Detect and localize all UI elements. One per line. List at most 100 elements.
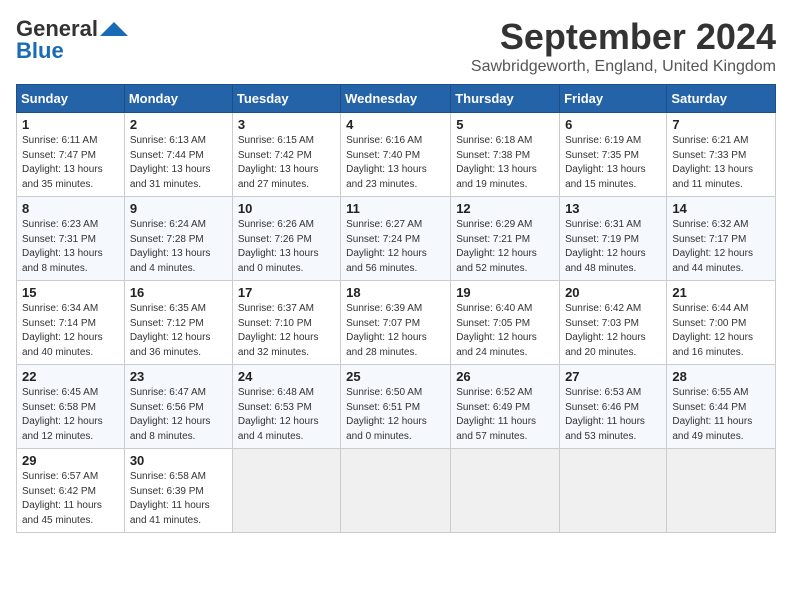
- day-number: 23: [130, 369, 227, 384]
- calendar-cell: [232, 449, 340, 533]
- weekday-header-wednesday: Wednesday: [341, 85, 451, 113]
- day-info: Sunrise: 6:26 AM Sunset: 7:26 PM Dayligh…: [238, 218, 335, 276]
- day-number: 2: [130, 117, 227, 132]
- day-info: Sunrise: 6:31 AM Sunset: 7:19 PM Dayligh…: [565, 218, 661, 276]
- logo: General Blue: [16, 16, 128, 64]
- day-info: Sunrise: 6:52 AM Sunset: 6:49 PM Dayligh…: [456, 386, 554, 444]
- day-info: Sunrise: 6:50 AM Sunset: 6:51 PM Dayligh…: [346, 386, 445, 444]
- calendar-cell: 30Sunrise: 6:58 AM Sunset: 6:39 PM Dayli…: [124, 449, 232, 533]
- calendar-cell: 15 Sunrise: 6:34 AM Sunset: 7:14 PM Dayli…: [17, 281, 125, 365]
- day-number: 13: [565, 201, 661, 216]
- day-number: 17: [238, 285, 335, 300]
- day-number: 22: [22, 369, 119, 384]
- day-number: 5: [456, 117, 554, 132]
- calendar-cell: [667, 449, 776, 533]
- day-number: 6: [565, 117, 661, 132]
- day-number: 27: [565, 369, 661, 384]
- location: Sawbridgeworth, England, United Kingdom: [471, 58, 776, 76]
- day-info: Sunrise: 6:53 AM Sunset: 6:46 PM Dayligh…: [565, 386, 661, 444]
- day-number: 16: [130, 285, 227, 300]
- day-info: Sunrise: 6:45 AM Sunset: 6:58 PM Dayligh…: [22, 386, 119, 444]
- day-info: Sunrise: 6:42 AM Sunset: 7:03 PM Dayligh…: [565, 302, 661, 360]
- day-number: 28: [672, 369, 770, 384]
- day-number: 18: [346, 285, 445, 300]
- weekday-header-sunday: Sunday: [17, 85, 125, 113]
- calendar-cell: 5 Sunrise: 6:18 AM Sunset: 7:38 PM Daylig…: [451, 113, 560, 197]
- title-block: September 2024 Sawbridgeworth, England, …: [471, 16, 776, 76]
- day-info: Sunrise: 6:32 AM Sunset: 7:17 PM Dayligh…: [672, 218, 770, 276]
- calendar-cell: 21Sunrise: 6:44 AM Sunset: 7:00 PM Dayli…: [667, 281, 776, 365]
- calendar-cell: 6 Sunrise: 6:19 AM Sunset: 7:35 PM Daylig…: [560, 113, 667, 197]
- day-number: 29: [22, 453, 119, 468]
- calendar-cell: 23 Sunrise: 6:47 AM Sunset: 6:56 PM Dayli…: [124, 365, 232, 449]
- day-number: 12: [456, 201, 554, 216]
- calendar-table: SundayMondayTuesdayWednesdayThursdayFrid…: [16, 84, 776, 533]
- day-number: 14: [672, 201, 770, 216]
- day-number: 3: [238, 117, 335, 132]
- day-info: Sunrise: 6:34 AM Sunset: 7:14 PM Dayligh…: [22, 302, 119, 360]
- logo-arrow-icon: [100, 22, 128, 36]
- day-info: Sunrise: 6:15 AM Sunset: 7:42 PM Dayligh…: [238, 134, 335, 192]
- calendar-cell: 29 Sunrise: 6:57 AM Sunset: 6:42 PM Dayli…: [17, 449, 125, 533]
- day-info: Sunrise: 6:13 AM Sunset: 7:44 PM Dayligh…: [130, 134, 227, 192]
- day-info: Sunrise: 6:27 AM Sunset: 7:24 PM Dayligh…: [346, 218, 445, 276]
- weekday-header-thursday: Thursday: [451, 85, 560, 113]
- calendar-cell: 25 Sunrise: 6:50 AM Sunset: 6:51 PM Dayli…: [341, 365, 451, 449]
- day-info: Sunrise: 6:29 AM Sunset: 7:21 PM Dayligh…: [456, 218, 554, 276]
- calendar-cell: [341, 449, 451, 533]
- day-number: 25: [346, 369, 445, 384]
- day-number: 26: [456, 369, 554, 384]
- day-info: Sunrise: 6:11 AM Sunset: 7:47 PM Dayligh…: [22, 134, 119, 192]
- month-title: September 2024: [471, 16, 776, 58]
- day-info: Sunrise: 6:47 AM Sunset: 6:56 PM Dayligh…: [130, 386, 227, 444]
- day-info: Sunrise: 6:57 AM Sunset: 6:42 PM Dayligh…: [22, 470, 119, 528]
- day-info: Sunrise: 6:48 AM Sunset: 6:53 PM Dayligh…: [238, 386, 335, 444]
- page-header: General Blue September 2024 Sawbridgewor…: [16, 16, 776, 76]
- day-info: Sunrise: 6:55 AM Sunset: 6:44 PM Dayligh…: [672, 386, 770, 444]
- calendar-cell: 14 Sunrise: 6:32 AM Sunset: 7:17 PM Dayli…: [667, 197, 776, 281]
- day-info: Sunrise: 6:19 AM Sunset: 7:35 PM Dayligh…: [565, 134, 661, 192]
- day-info: Sunrise: 6:35 AM Sunset: 7:12 PM Dayligh…: [130, 302, 227, 360]
- calendar-cell: 2 Sunrise: 6:13 AM Sunset: 7:44 PM Daylig…: [124, 113, 232, 197]
- calendar-cell: 22 Sunrise: 6:45 AM Sunset: 6:58 PM Dayli…: [17, 365, 125, 449]
- calendar-cell: 8Sunrise: 6:23 AM Sunset: 7:31 PM Daylig…: [17, 197, 125, 281]
- day-info: Sunrise: 6:23 AM Sunset: 7:31 PM Dayligh…: [22, 218, 119, 276]
- calendar-cell: 28 Sunrise: 6:55 AM Sunset: 6:44 PM Dayli…: [667, 365, 776, 449]
- day-number: 15: [22, 285, 119, 300]
- calendar-cell: 26 Sunrise: 6:52 AM Sunset: 6:49 PM Dayli…: [451, 365, 560, 449]
- calendar-cell: 3 Sunrise: 6:15 AM Sunset: 7:42 PM Daylig…: [232, 113, 340, 197]
- day-info: Sunrise: 6:37 AM Sunset: 7:10 PM Dayligh…: [238, 302, 335, 360]
- calendar-cell: 11Sunrise: 6:27 AM Sunset: 7:24 PM Dayli…: [341, 197, 451, 281]
- weekday-header-monday: Monday: [124, 85, 232, 113]
- day-number: 7: [672, 117, 770, 132]
- calendar-cell: 18Sunrise: 6:39 AM Sunset: 7:07 PM Dayli…: [341, 281, 451, 365]
- calendar-cell: 1Sunrise: 6:11 AM Sunset: 7:47 PM Daylig…: [17, 113, 125, 197]
- calendar-cell: 12 Sunrise: 6:29 AM Sunset: 7:21 PM Dayli…: [451, 197, 560, 281]
- logo-text-blue: Blue: [16, 38, 64, 64]
- calendar-week-5: 29 Sunrise: 6:57 AM Sunset: 6:42 PM Dayli…: [17, 449, 776, 533]
- calendar-cell: [451, 449, 560, 533]
- day-info: Sunrise: 6:18 AM Sunset: 7:38 PM Dayligh…: [456, 134, 554, 192]
- calendar-week-3: 15 Sunrise: 6:34 AM Sunset: 7:14 PM Dayli…: [17, 281, 776, 365]
- weekday-header-friday: Friday: [560, 85, 667, 113]
- calendar-cell: 7 Sunrise: 6:21 AM Sunset: 7:33 PM Daylig…: [667, 113, 776, 197]
- day-info: Sunrise: 6:58 AM Sunset: 6:39 PM Dayligh…: [130, 470, 227, 528]
- day-info: Sunrise: 6:40 AM Sunset: 7:05 PM Dayligh…: [456, 302, 554, 360]
- calendar-cell: [560, 449, 667, 533]
- calendar-cell: 27 Sunrise: 6:53 AM Sunset: 6:46 PM Dayli…: [560, 365, 667, 449]
- day-number: 9: [130, 201, 227, 216]
- day-info: Sunrise: 6:21 AM Sunset: 7:33 PM Dayligh…: [672, 134, 770, 192]
- calendar-cell: 16 Sunrise: 6:35 AM Sunset: 7:12 PM Dayli…: [124, 281, 232, 365]
- calendar-cell: 20 Sunrise: 6:42 AM Sunset: 7:03 PM Dayli…: [560, 281, 667, 365]
- calendar-cell: 17 Sunrise: 6:37 AM Sunset: 7:10 PM Dayli…: [232, 281, 340, 365]
- weekday-header-saturday: Saturday: [667, 85, 776, 113]
- calendar-cell: 4Sunrise: 6:16 AM Sunset: 7:40 PM Daylig…: [341, 113, 451, 197]
- day-number: 20: [565, 285, 661, 300]
- calendar-cell: 10Sunrise: 6:26 AM Sunset: 7:26 PM Dayli…: [232, 197, 340, 281]
- calendar-week-1: 1Sunrise: 6:11 AM Sunset: 7:47 PM Daylig…: [17, 113, 776, 197]
- day-number: 21: [672, 285, 770, 300]
- day-number: 4: [346, 117, 445, 132]
- day-number: 24: [238, 369, 335, 384]
- day-info: Sunrise: 6:24 AM Sunset: 7:28 PM Dayligh…: [130, 218, 227, 276]
- calendar-week-2: 8Sunrise: 6:23 AM Sunset: 7:31 PM Daylig…: [17, 197, 776, 281]
